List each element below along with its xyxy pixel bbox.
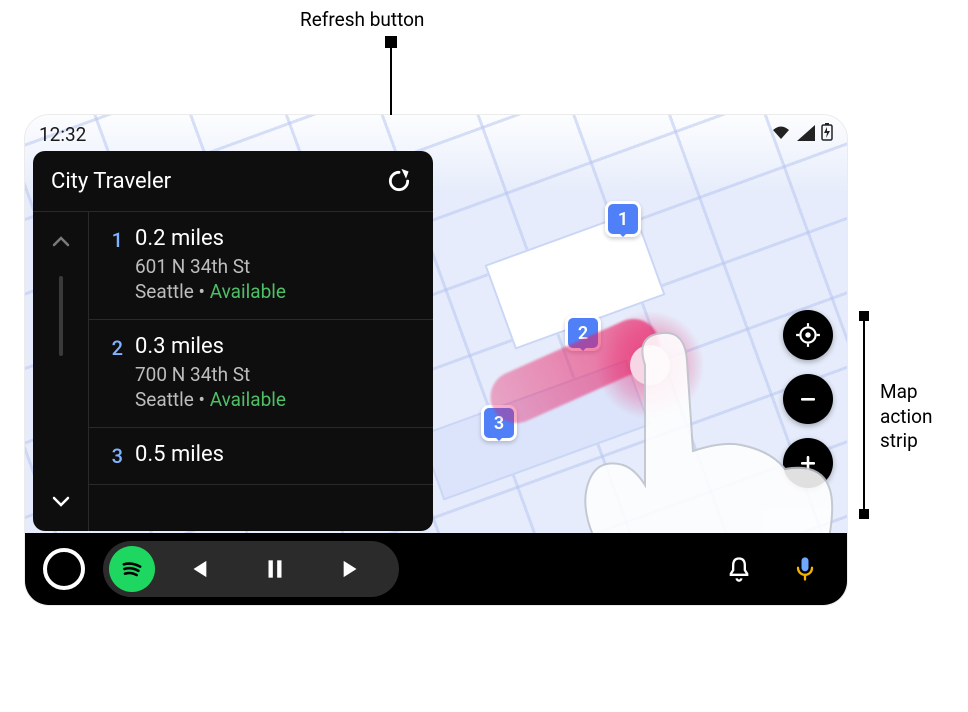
spotify-button[interactable] <box>109 546 155 592</box>
launcher-button[interactable] <box>43 548 85 590</box>
previous-button[interactable] <box>161 545 233 593</box>
item-distance: 0.3 miles <box>135 334 417 359</box>
item-number: 2 <box>105 334 123 411</box>
scrollbar-track[interactable] <box>59 276 63 356</box>
touch-ripple <box>595 310 705 420</box>
nav-bar <box>25 533 847 605</box>
separator: • <box>199 388 205 411</box>
crosshair-icon <box>795 322 821 348</box>
status-bar: 12:32 <box>39 120 833 148</box>
item-number: 3 <box>105 442 123 468</box>
chevron-down-icon <box>51 491 71 511</box>
pause-button[interactable] <box>239 545 311 593</box>
pause-icon <box>262 556 288 582</box>
next-button[interactable] <box>317 545 389 593</box>
item-city: Seattle <box>135 280 194 303</box>
media-pill <box>103 541 399 597</box>
item-address: 601 N 34th St <box>135 255 417 278</box>
skip-previous-icon <box>183 555 211 583</box>
annotation-action-strip: Map action strip <box>880 380 932 454</box>
cell-signal-icon <box>797 123 815 146</box>
minus-icon <box>796 387 820 411</box>
wifi-icon <box>771 123 791 146</box>
item-distance: 0.2 miles <box>135 226 417 251</box>
clock: 12:32 <box>39 123 86 146</box>
battery-icon <box>821 123 833 146</box>
microphone-icon <box>791 555 819 583</box>
list-item[interactable]: 3 0.5 miles <box>89 428 433 485</box>
card-title: City Traveler <box>51 169 383 194</box>
notifications-button[interactable] <box>715 545 763 593</box>
list-item[interactable]: 1 0.2 miles 601 N 34th St Seattle • Avai… <box>89 212 433 320</box>
place-list-card: City Traveler 1 <box>33 151 433 531</box>
refresh-button[interactable] <box>383 165 415 197</box>
bell-icon <box>725 555 753 583</box>
scroll-column <box>33 212 89 531</box>
annotation-refresh: Refresh button <box>300 8 424 31</box>
chevron-up-icon <box>51 232 71 252</box>
device-frame: 1 2 3 12:32 City Traveler <box>25 115 847 605</box>
scroll-down-button[interactable] <box>45 485 77 517</box>
zoom-out-button[interactable] <box>783 374 833 424</box>
item-status: Available <box>210 280 286 303</box>
skip-next-icon <box>339 555 367 583</box>
assistant-button[interactable] <box>781 545 829 593</box>
card-header: City Traveler <box>33 151 433 212</box>
place-list: 1 0.2 miles 601 N 34th St Seattle • Avai… <box>89 212 433 531</box>
item-distance: 0.5 miles <box>135 442 417 467</box>
item-city: Seattle <box>135 388 194 411</box>
separator: • <box>199 280 205 303</box>
item-number: 1 <box>105 226 123 303</box>
zoom-in-button[interactable] <box>783 438 833 488</box>
map-pin-1[interactable]: 1 <box>605 201 641 237</box>
item-address: 700 N 34th St <box>135 363 417 386</box>
list-item[interactable]: 2 0.3 miles 700 N 34th St Seattle • Avai… <box>89 320 433 428</box>
spotify-icon <box>118 555 146 583</box>
recenter-button[interactable] <box>783 310 833 360</box>
scroll-up-button[interactable] <box>45 226 77 258</box>
annotation-bracket <box>863 317 865 513</box>
item-status: Available <box>210 388 286 411</box>
map-action-strip <box>783 310 833 488</box>
refresh-icon <box>386 168 412 194</box>
plus-icon <box>796 451 820 475</box>
